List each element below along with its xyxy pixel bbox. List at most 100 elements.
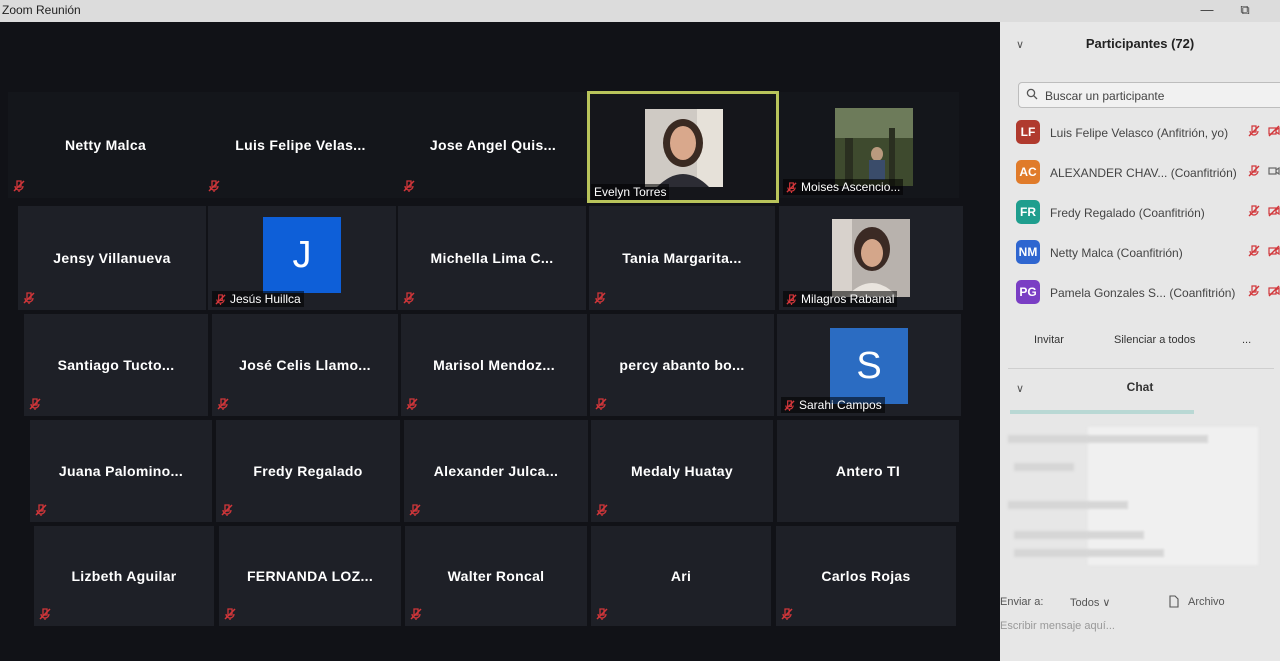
participant-name: José Celis Llamo... xyxy=(239,357,371,373)
file-icon[interactable] xyxy=(1168,595,1180,608)
video-tile[interactable]: J Jesús Huillca xyxy=(208,206,396,310)
divider xyxy=(1008,368,1274,369)
search-placeholder: Buscar un participante xyxy=(1045,89,1165,103)
participant-photo xyxy=(835,108,913,186)
video-tile[interactable]: percy abanto bo... xyxy=(590,314,774,416)
video-off-icon[interactable] xyxy=(1268,205,1280,217)
video-tile[interactable]: Jensy Villanueva xyxy=(18,206,206,310)
participant-name: Ari xyxy=(670,568,692,584)
participant-name: Sarahi Campos xyxy=(799,398,882,412)
participant-name: Medaly Huatay xyxy=(631,463,733,479)
participant-name: Santiago Tucto... xyxy=(57,357,175,373)
video-tile[interactable]: Alexander Julca... xyxy=(404,420,588,522)
video-tile[interactable]: Santiago Tucto... xyxy=(24,314,208,416)
participants-panel: ∨ Participantes (72) Buscar un participa… xyxy=(1000,22,1280,661)
video-tile[interactable]: Juana Palomino... xyxy=(30,420,212,522)
participant-name: Carlos Rojas xyxy=(821,568,911,584)
video-tile-active-speaker[interactable]: Evelyn Torres xyxy=(587,91,779,203)
participant-row[interactable]: AC ALEXANDER CHAV... (Coanfitrión) xyxy=(1016,158,1280,186)
participant-row-name: ALEXANDER CHAV... (Coanfitrión) xyxy=(1050,166,1237,180)
muted-mic-icon[interactable] xyxy=(1248,165,1260,177)
participant-name: Luis Felipe Velas... xyxy=(235,137,366,153)
participant-name: Jose Angel Quis... xyxy=(429,137,557,153)
participant-name: Walter Roncal xyxy=(447,568,545,584)
participant-name: percy abanto bo... xyxy=(619,357,745,373)
chat-header: Chat xyxy=(1126,380,1154,394)
participant-name: Alexander Julca... xyxy=(433,463,559,479)
invite-button[interactable]: Invitar xyxy=(1034,334,1064,346)
muted-mic-icon xyxy=(224,608,236,620)
search-icon xyxy=(1026,88,1038,100)
muted-mic-icon xyxy=(781,608,793,620)
video-tile[interactable]: Carlos Rojas xyxy=(776,526,956,626)
minimize-button[interactable]: — xyxy=(1196,2,1218,18)
video-tile[interactable]: S Sarahi Campos xyxy=(777,314,961,416)
send-to-label: Enviar a: xyxy=(1000,596,1044,608)
muted-mic-icon xyxy=(23,292,35,304)
video-tile[interactable]: Moises Ascencio... xyxy=(779,92,959,198)
participant-row[interactable]: NM Netty Malca (Coanfitrión) xyxy=(1016,238,1280,266)
muted-mic-icon xyxy=(786,294,797,305)
muted-mic-icon xyxy=(406,398,418,410)
muted-mic-icon[interactable] xyxy=(1248,285,1260,297)
participant-row[interactable]: PG Pamela Gonzales S... (Coanfitrión) xyxy=(1016,278,1280,306)
participant-name: Netty Malca xyxy=(64,137,147,153)
video-tile[interactable]: Marisol Mendoz... xyxy=(401,314,587,416)
search-input[interactable]: Buscar un participante xyxy=(1018,82,1280,108)
muted-mic-icon[interactable] xyxy=(1248,205,1260,217)
participant-name: Jesús Huillca xyxy=(230,292,301,306)
video-tile[interactable]: Medaly Huatay xyxy=(591,420,773,522)
participant-label: Moises Ascencio... xyxy=(783,179,904,195)
participant-photo xyxy=(645,109,723,187)
muted-mic-icon[interactable] xyxy=(1248,125,1260,137)
participant-row-name: Luis Felipe Velasco (Anfitrión, yo) xyxy=(1050,126,1229,140)
video-off-icon[interactable] xyxy=(1268,285,1280,297)
video-tile[interactable]: Michella Lima C... xyxy=(398,206,586,310)
muted-mic-icon xyxy=(29,398,41,410)
video-tile[interactable]: Netty Malca xyxy=(8,92,203,198)
video-tile[interactable]: Lizbeth Aguilar xyxy=(34,526,214,626)
participant-name: Milagros Rabanal xyxy=(801,292,895,306)
muted-mic-icon xyxy=(217,398,229,410)
video-tile[interactable]: Ari xyxy=(591,526,771,626)
video-tile[interactable]: Tania Margarita... xyxy=(589,206,775,310)
muted-mic-icon xyxy=(596,504,608,516)
muted-mic-icon xyxy=(786,182,797,193)
video-tile[interactable]: Luis Felipe Velas... xyxy=(203,92,398,198)
participant-row-name: Pamela Gonzales S... (Coanfitrión) xyxy=(1050,286,1236,300)
more-options-button[interactable]: ... xyxy=(1242,334,1251,346)
participant-name: Fredy Regalado xyxy=(253,463,363,479)
avatar: S xyxy=(830,328,908,404)
muted-mic-icon xyxy=(596,608,608,620)
video-off-icon[interactable] xyxy=(1268,125,1280,137)
video-icon[interactable] xyxy=(1268,165,1280,177)
muted-mic-icon[interactable] xyxy=(1248,245,1260,257)
video-tile[interactable]: FERNANDA LOZ... xyxy=(219,526,401,626)
participant-row-name: Fredy Regalado (Coanfitrión) xyxy=(1050,206,1205,220)
message-placeholder: Escribir mensaje aquí... xyxy=(1000,620,1115,632)
video-tile[interactable]: Fredy Regalado xyxy=(216,420,400,522)
video-tile[interactable]: Jose Angel Quis... xyxy=(398,92,588,198)
muted-mic-icon xyxy=(410,608,422,620)
participant-name: Juana Palomino... xyxy=(58,463,184,479)
mute-all-button[interactable]: Silenciar a todos xyxy=(1114,334,1195,346)
video-tile[interactable]: José Celis Llamo... xyxy=(212,314,398,416)
muted-mic-icon xyxy=(35,504,47,516)
video-tile[interactable]: Walter Roncal xyxy=(405,526,587,626)
participants-header: Participantes (72) xyxy=(1085,36,1195,51)
video-off-icon[interactable] xyxy=(1268,245,1280,257)
participant-row[interactable]: LF Luis Felipe Velasco (Anfitrión, yo) xyxy=(1016,118,1280,146)
video-tile[interactable]: Milagros Rabanal xyxy=(779,206,963,310)
avatar: J xyxy=(263,217,341,293)
video-tile[interactable]: Antero TI xyxy=(777,420,959,522)
participant-row[interactable]: FR Fredy Regalado (Coanfitrión) xyxy=(1016,198,1280,226)
file-button[interactable]: Archivo xyxy=(1188,596,1225,608)
window-title: Zoom Reunión xyxy=(2,3,81,17)
avatar: NM xyxy=(1016,240,1040,264)
title-bar: Zoom Reunión — ⧉ xyxy=(0,0,1280,22)
participant-photo xyxy=(832,219,910,297)
muted-mic-icon xyxy=(595,398,607,410)
send-to-dropdown[interactable]: Todos ∨ xyxy=(1070,596,1110,609)
restore-button[interactable]: ⧉ xyxy=(1234,2,1256,18)
muted-mic-icon xyxy=(208,180,220,192)
